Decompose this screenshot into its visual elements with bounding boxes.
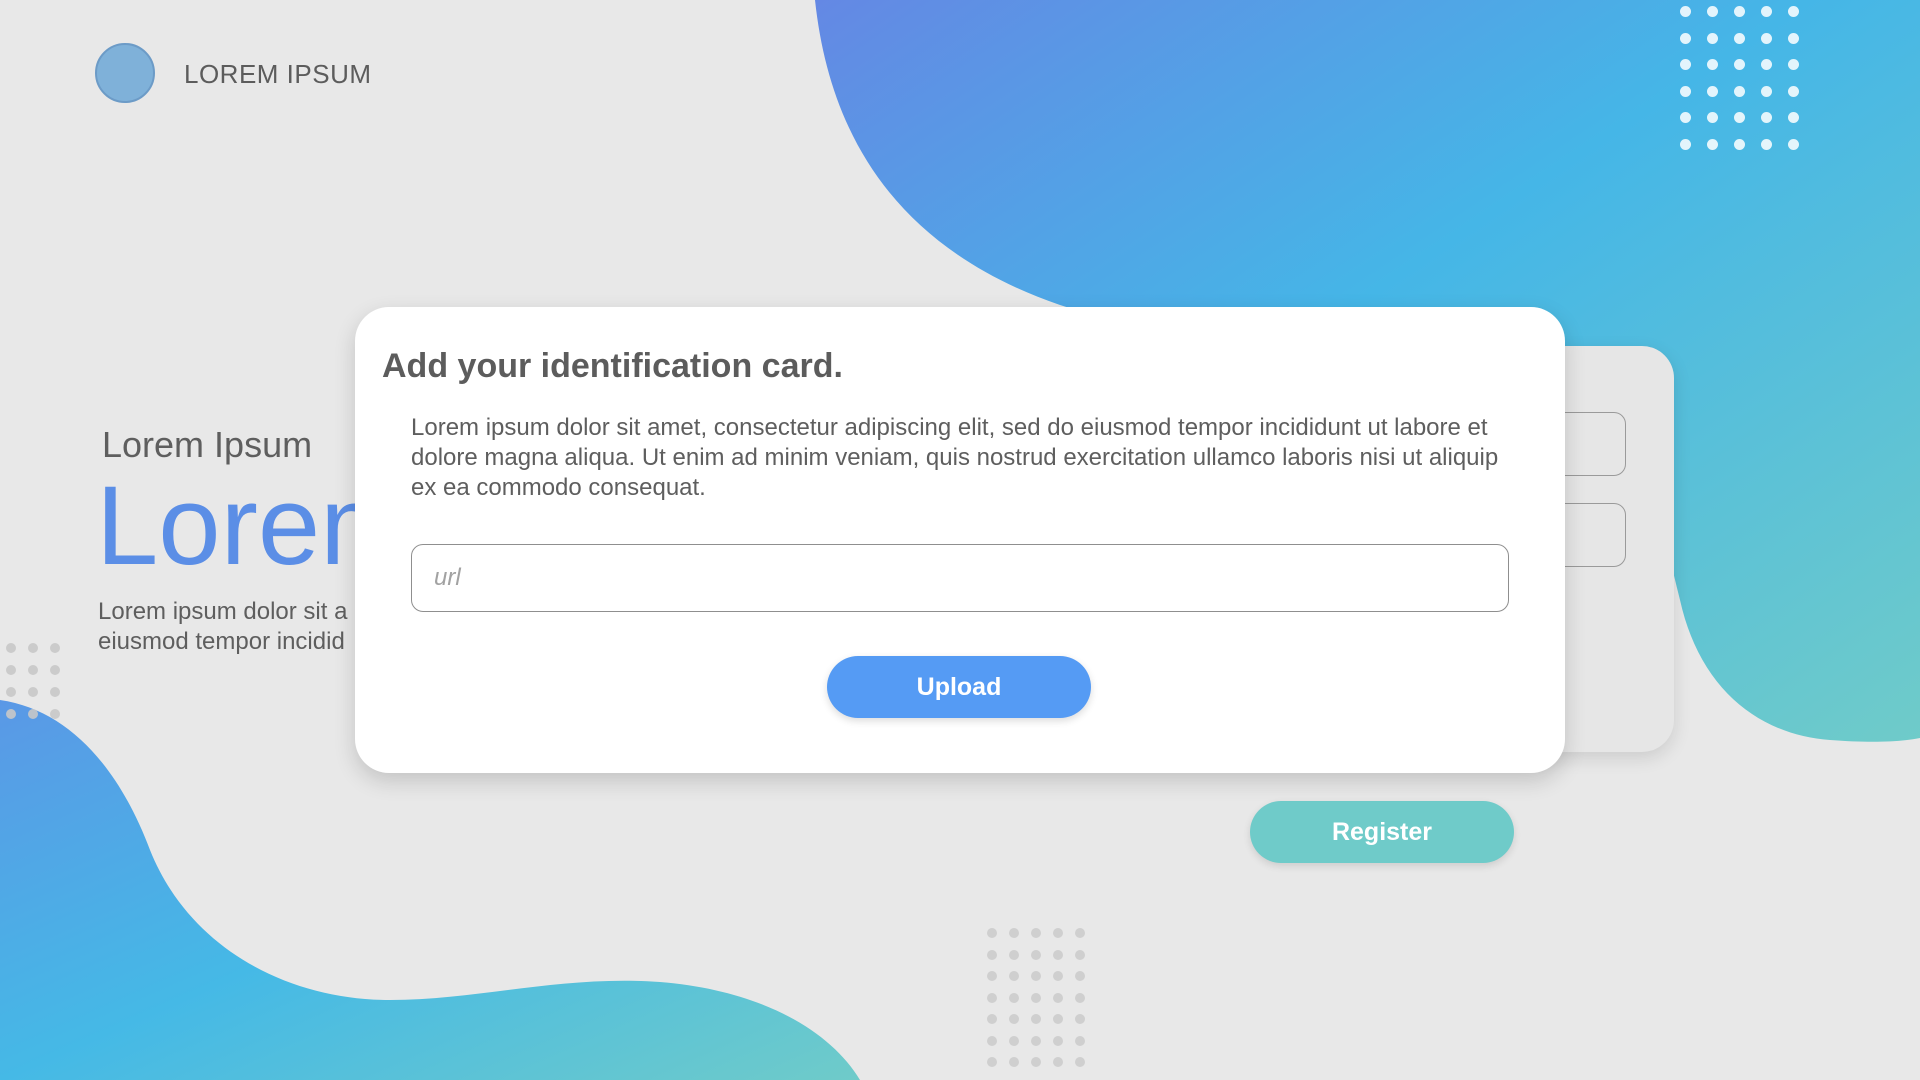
dot-grid-top-right [1680, 6, 1815, 165]
modal-description: Lorem ipsum dolor sit amet, consectetur … [411, 414, 1499, 501]
dot-grid-left [6, 643, 72, 731]
logo [95, 43, 155, 103]
identification-modal: Add your identification card. Lorem ipsu… [355, 307, 1565, 773]
modal-title: Add your identification card. [382, 347, 843, 385]
brand-name: LOREM IPSUM [184, 59, 372, 89]
register-button[interactable]: Register [1250, 801, 1514, 863]
dot-grid-bottom [987, 928, 1097, 1079]
upload-button[interactable]: Upload [827, 656, 1091, 718]
page: LOREM IPSUM Lorem Ipsum Lorem Lorem ipsu… [0, 0, 1920, 1080]
url-input[interactable] [411, 544, 1509, 612]
hero-subtitle: Lorem Ipsum [102, 424, 313, 465]
